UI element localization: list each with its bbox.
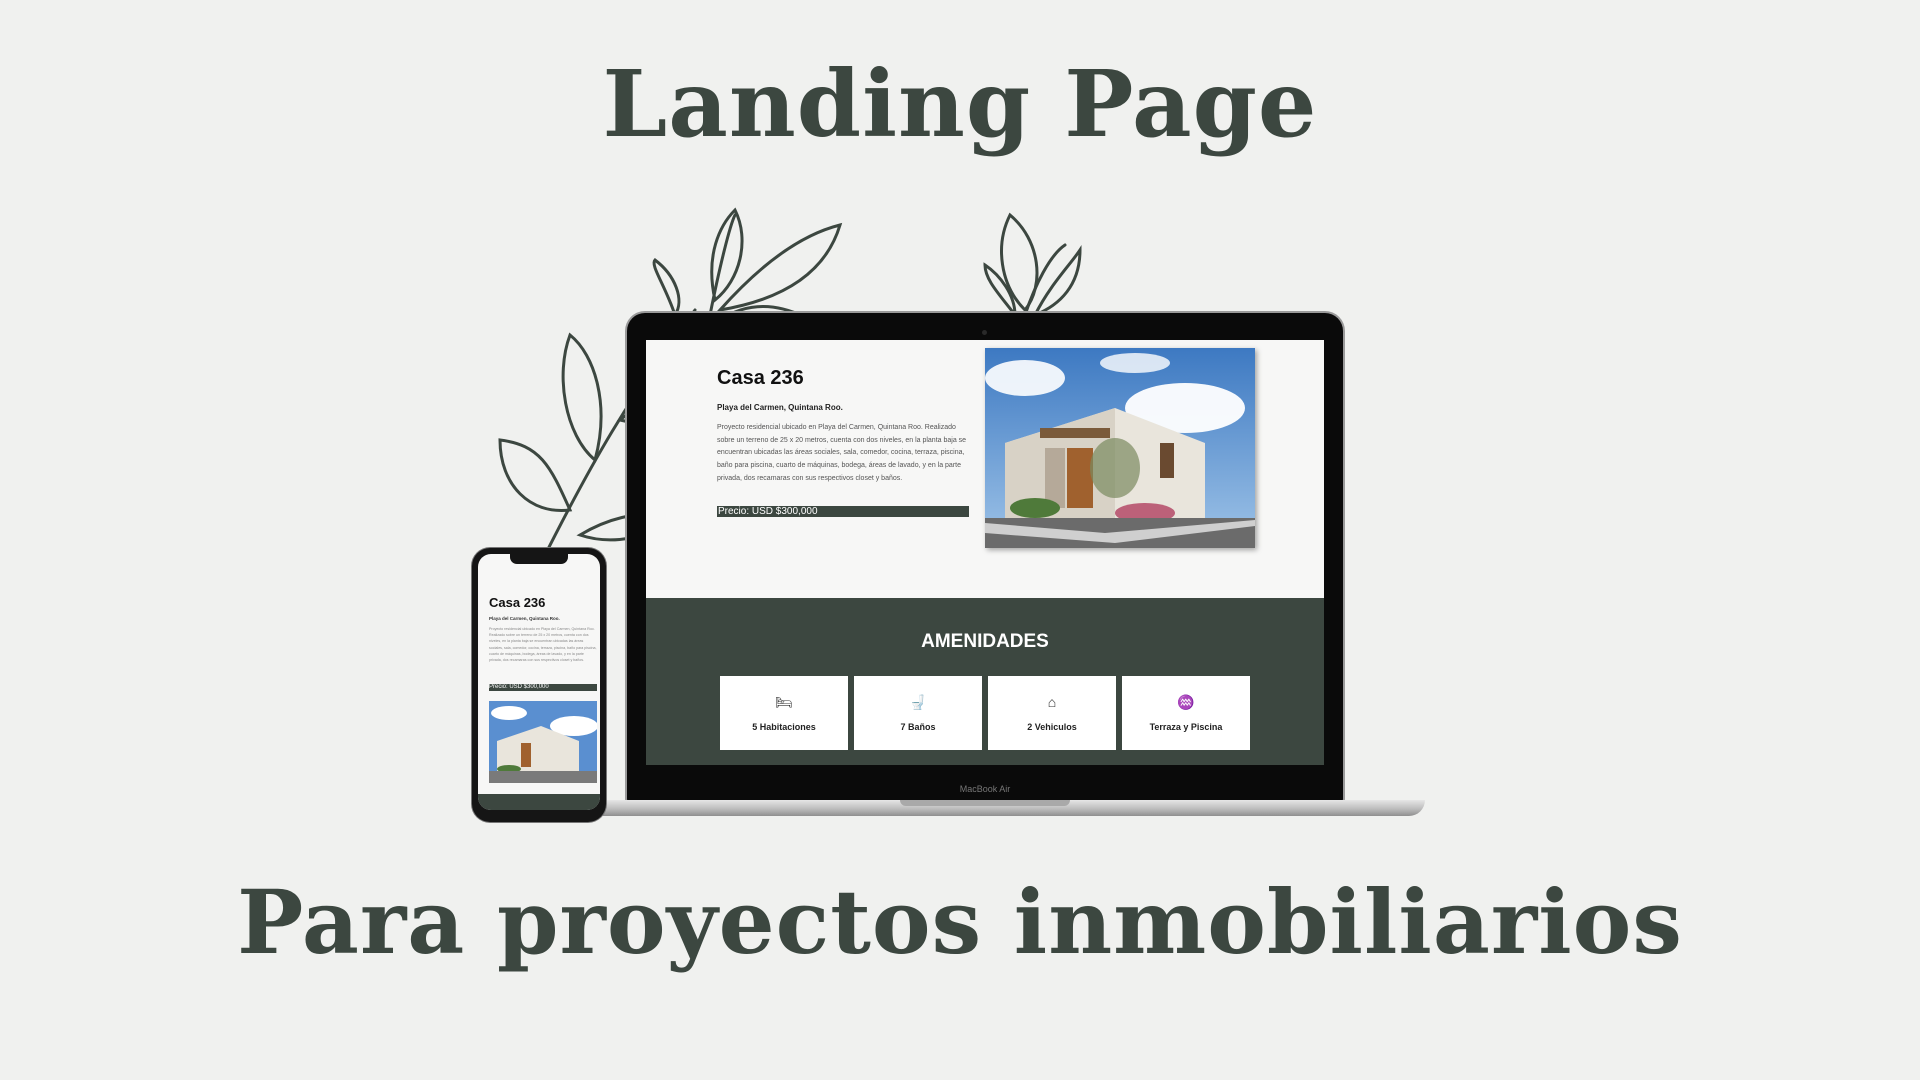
laptop-screen: Casa 236 Playa del Carmen, Quintana Roo.…	[646, 340, 1324, 765]
phone-house-image	[489, 701, 597, 783]
camera-dot	[982, 330, 987, 335]
laptop-brand-label: MacBook Air	[959, 784, 1011, 794]
phone-notch	[510, 554, 568, 564]
page-title: Landing Page	[602, 50, 1318, 158]
phone-mockup: Casa 236 Playa del Carmen, Quintana Roo.…	[472, 548, 606, 822]
amenities-title: AMENIDADES	[921, 631, 1049, 652]
laptop-mockup: Casa 236 Playa del Carmen, Quintana Roo.…	[627, 313, 1343, 803]
pool-icon: ♒	[1177, 694, 1195, 710]
amenity-label: 7 Baños	[900, 722, 936, 732]
hero-location: Playa del Carmen, Quintana Roo.	[717, 403, 843, 412]
hero-title: Casa 236	[717, 367, 804, 389]
amenity-card: ⌂ 2 Vehiculos	[988, 676, 1116, 750]
hero-price: Precio: USD $300,000	[717, 506, 969, 517]
amenity-label: Terraza y Piscina	[1149, 722, 1223, 732]
phone-hero-price: Precio: USD $300,000	[489, 684, 597, 691]
phone-hero-title: Casa 236	[489, 595, 546, 610]
amenity-card: 🚽 7 Baños	[854, 676, 982, 750]
bed-icon: 🛏	[775, 694, 793, 710]
laptop-base-notch	[900, 800, 1070, 806]
phone-screen: Casa 236 Playa del Carmen, Quintana Roo.…	[478, 554, 600, 810]
phone-hero-location: Playa del Carmen, Quintana Roo.	[489, 616, 560, 621]
garage-icon: ⌂	[1047, 694, 1057, 710]
toilet-icon: 🚽	[909, 694, 927, 710]
amenity-card: ♒ Terraza y Piscina	[1122, 676, 1250, 750]
house-render-image	[985, 348, 1255, 548]
hero-description: Proyecto residencial ubicado en Playa de…	[717, 424, 967, 482]
amenity-label: 2 Vehiculos	[1027, 722, 1077, 732]
amenity-card: 🛏 5 Habitaciones	[720, 676, 848, 750]
phone-hero-description: Proyecto residencial ubicado en Playa de…	[489, 627, 597, 663]
laptop-base	[545, 800, 1425, 816]
amenity-label: 5 Habitaciones	[752, 722, 816, 732]
page-subtitle: Para proyectos inmobiliarios	[237, 870, 1683, 974]
amenities-section: AMENIDADES 🛏 5 Habitaciones 🚽 7 Baños ⌂ …	[646, 598, 1324, 765]
phone-amenities-strip	[478, 794, 600, 810]
